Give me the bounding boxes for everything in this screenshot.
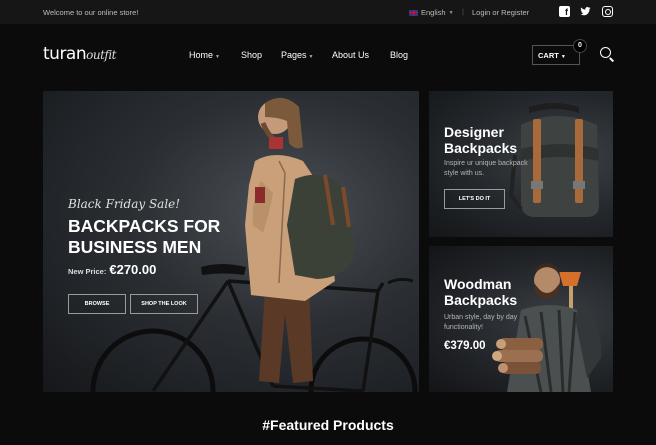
lets-do-it-button[interactable]: LET'S DO IT bbox=[444, 189, 505, 209]
shop-the-look-button[interactable]: SHOP THE LOOK bbox=[130, 294, 198, 314]
promo1-title: Designer Backpacks bbox=[444, 124, 518, 156]
instagram-icon[interactable] bbox=[602, 6, 613, 17]
promo2-title: Woodman Backpacks bbox=[444, 276, 518, 308]
top-bar: Welcome to our online store! English ▼ |… bbox=[0, 0, 656, 24]
nav-shop[interactable]: Shop bbox=[241, 50, 262, 60]
featured-products-heading: #Featured Products bbox=[262, 417, 394, 433]
divider: | bbox=[462, 7, 464, 16]
brand-name: turan bbox=[43, 44, 87, 64]
chevron-down-icon: ▼ bbox=[308, 54, 314, 60]
language-label: English bbox=[421, 8, 446, 17]
language-selector[interactable]: English ▼ bbox=[409, 8, 454, 17]
hero-tagline: Black Friday Sale! bbox=[68, 197, 181, 211]
nav-pages-label: Pages bbox=[281, 50, 307, 60]
twitter-icon[interactable] bbox=[580, 6, 591, 17]
chevron-down-icon: ▼ bbox=[448, 9, 454, 16]
login-register-link[interactable]: Login or Register bbox=[472, 8, 529, 17]
promo2-subtitle: Urban style, day by day functionality! bbox=[444, 314, 518, 331]
nav-home-label: Home bbox=[189, 50, 214, 60]
nav-home[interactable]: Home ▼ bbox=[189, 50, 220, 60]
nav-blog[interactable]: Blog bbox=[390, 50, 408, 60]
chevron-down-icon: ▼ bbox=[215, 54, 220, 60]
hero-title: BACKPACKS FOR BUSINESS MEN bbox=[68, 216, 221, 257]
chevron-down-icon: ▼ bbox=[560, 54, 566, 60]
browse-button[interactable]: BROWSE bbox=[68, 294, 126, 314]
search-icon[interactable] bbox=[600, 47, 611, 58]
facebook-icon[interactable]: f bbox=[559, 6, 570, 17]
brand-script: outfit bbox=[86, 48, 117, 62]
nav-about[interactable]: About Us bbox=[332, 50, 369, 60]
brand-logo[interactable]: turanoutfit bbox=[43, 44, 117, 64]
promo1-subtitle: Inspire ur unique backpack style with us… bbox=[444, 160, 528, 177]
welcome-text: Welcome to our online store! bbox=[43, 8, 139, 17]
hero-price-value: €270.00 bbox=[109, 262, 157, 277]
cart-label: CART bbox=[538, 51, 559, 60]
cart-count-badge: 0 bbox=[573, 39, 587, 53]
promo2-price: €379.00 bbox=[444, 340, 486, 352]
hero-price-label: New Price: bbox=[68, 267, 107, 276]
hero-price: New Price: €270.00 bbox=[68, 262, 156, 277]
nav-pages[interactable]: Pages ▼ bbox=[281, 50, 313, 60]
flag-icon bbox=[409, 9, 418, 16]
